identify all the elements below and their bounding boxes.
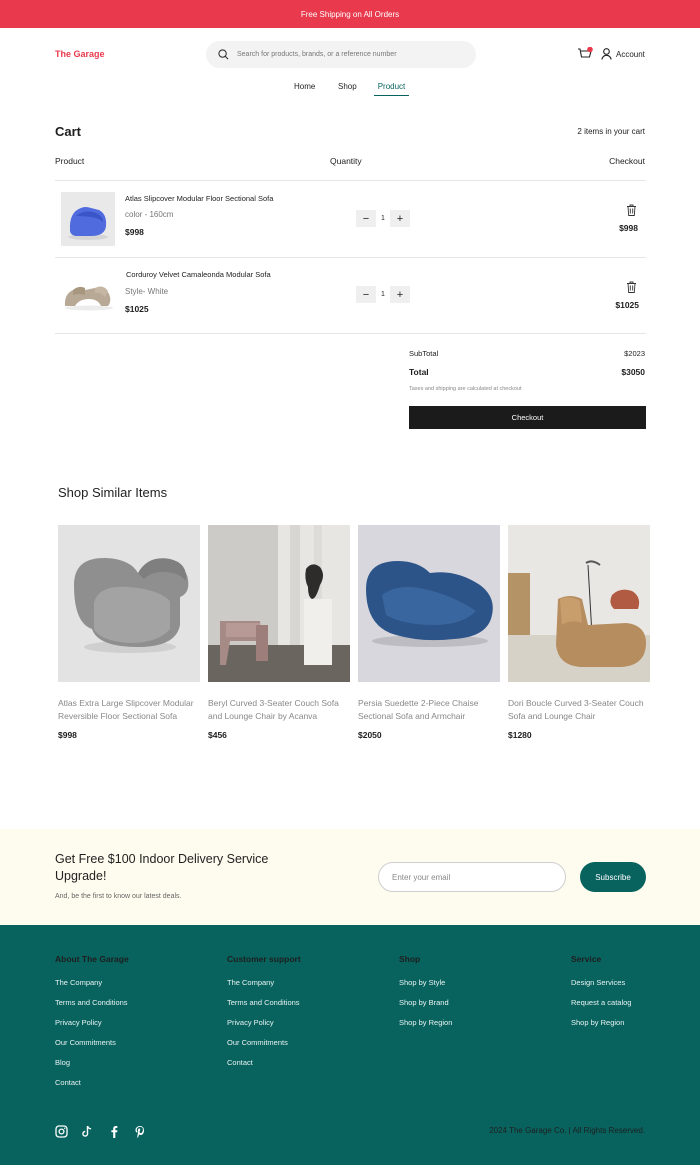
product-image[interactable] xyxy=(58,525,200,682)
col-quantity: Quantity xyxy=(330,156,362,166)
footer-link[interactable]: The Company xyxy=(227,978,301,987)
account-link[interactable]: Account xyxy=(601,48,645,60)
checkout-button[interactable]: Checkout xyxy=(409,406,646,429)
line-price: $1025 xyxy=(615,300,639,310)
pinterest-icon[interactable] xyxy=(133,1124,147,1138)
subscribe-button[interactable]: Subscribe xyxy=(580,862,646,892)
footer-link[interactable]: Blog xyxy=(55,1058,129,1067)
footer-link[interactable]: Request a catalog xyxy=(571,998,631,1007)
facebook-icon[interactable] xyxy=(107,1124,121,1138)
subtotal-value: $2023 xyxy=(624,349,645,358)
product-price: $456 xyxy=(208,730,227,740)
footer-link[interactable]: The Company xyxy=(55,978,129,987)
product-image[interactable] xyxy=(358,525,500,682)
logo[interactable]: The Garage xyxy=(55,49,105,59)
footer-heading: Shop xyxy=(399,954,421,964)
cart-title: Cart xyxy=(55,124,82,139)
quantity-stepper: − 1 + xyxy=(356,286,410,303)
product-price: $1280 xyxy=(508,730,532,740)
copyright: 2024 The Garage Co. | All Rights Reserve… xyxy=(489,1126,645,1135)
footer-link[interactable]: Shop by Style xyxy=(399,978,452,987)
cart-icon[interactable] xyxy=(577,46,593,66)
trash-icon[interactable] xyxy=(626,280,637,298)
nav-home[interactable]: Home xyxy=(294,82,315,91)
search-icon xyxy=(218,49,229,60)
footer-link[interactable]: Terms and Conditions xyxy=(55,998,129,1007)
product-card[interactable]: Beryl Curved 3-Seater Couch Sofa and Lou… xyxy=(208,525,350,740)
product-price: $998 xyxy=(125,227,144,237)
product-name[interactable]: Dori Boucle Curved 3-Seater Couch Sofa a… xyxy=(508,697,650,723)
email-input[interactable]: Enter your email xyxy=(378,862,566,892)
footer-column-shop: Shop Shop by Style Shop by Brand Shop by… xyxy=(399,954,452,1038)
footer-column-about: About The Garage The Company Terms and C… xyxy=(55,954,129,1098)
footer-link[interactable]: Shop by Region xyxy=(399,1018,452,1027)
product-image[interactable] xyxy=(508,525,650,682)
product-thumb-2[interactable] xyxy=(61,268,115,327)
footer-heading: Customer support xyxy=(227,954,301,964)
product-card[interactable]: Persia Suedette 2-Piece Chaise Sectional… xyxy=(358,525,500,740)
total-value: $3050 xyxy=(621,367,645,377)
product-name[interactable]: Beryl Curved 3-Seater Couch Sofa and Lou… xyxy=(208,697,350,723)
tax-note: Taxes and shipping are calculated at che… xyxy=(409,386,522,392)
footer-link[interactable]: Contact xyxy=(55,1078,129,1087)
footer-link[interactable]: Terms and Conditions xyxy=(227,998,301,1007)
footer-heading: Service xyxy=(571,954,602,964)
footer-link[interactable]: Shop by Region xyxy=(571,1018,631,1027)
increase-button[interactable]: + xyxy=(390,210,410,227)
col-checkout: Checkout xyxy=(609,156,645,166)
footer-link[interactable]: Privacy Policy xyxy=(55,1018,129,1027)
instagram-icon[interactable] xyxy=(54,1124,68,1138)
product-name[interactable]: Persia Suedette 2-Piece Chaise Sectional… xyxy=(358,697,500,723)
quantity-value[interactable]: 1 xyxy=(376,291,390,298)
line-price: $998 xyxy=(619,223,638,233)
product-name[interactable]: Corduroy Velvet Camaleonda Modular Sofa xyxy=(126,270,271,279)
promo-heading: Get Free $100 Indoor Delivery Service Up… xyxy=(55,852,269,883)
promo-subtext: And, be the first to know our latest dea… xyxy=(55,893,182,900)
decrease-button[interactable]: − xyxy=(356,286,376,303)
product-name[interactable]: Atlas Slipcover Modular Floor Sectional … xyxy=(125,194,273,203)
cart-count: 2 items in your cart xyxy=(577,127,645,136)
footer-column-support: Customer support The Company Terms and C… xyxy=(227,954,301,1078)
decrease-button[interactable]: − xyxy=(356,210,376,227)
product-thumb-1[interactable] xyxy=(61,192,115,251)
col-product: Product xyxy=(55,156,85,166)
footer-column-service: Service Design Services Request a catalo… xyxy=(571,954,631,1038)
footer-link[interactable]: Privacy Policy xyxy=(227,1018,301,1027)
footer-heading: About The Garage xyxy=(55,954,129,964)
product-price: $2050 xyxy=(358,730,382,740)
divider xyxy=(55,180,646,181)
search-input[interactable]: Search for products, brands, or a refere… xyxy=(237,51,397,58)
product-image[interactable] xyxy=(208,525,350,682)
total-label: Total xyxy=(409,367,429,377)
footer-link[interactable]: Design Services xyxy=(571,978,631,987)
account-label: Account xyxy=(616,49,645,59)
divider xyxy=(55,257,646,258)
footer-link[interactable]: Our Commitments xyxy=(55,1038,129,1047)
subtotal-label: SubTotal xyxy=(409,349,439,358)
shipping-banner: Free Shipping on All Orders xyxy=(0,0,700,28)
divider xyxy=(55,333,646,334)
product-variant: Style- White xyxy=(125,287,169,296)
footer-link[interactable]: Contact xyxy=(227,1058,301,1067)
nav-shop[interactable]: Shop xyxy=(338,82,357,91)
footer-link[interactable]: Our Commitments xyxy=(227,1038,301,1047)
user-icon xyxy=(601,48,612,60)
footer-link[interactable]: Shop by Brand xyxy=(399,998,452,1007)
product-name[interactable]: Atlas Extra Large Slipcover Modular Reve… xyxy=(58,697,200,723)
increase-button[interactable]: + xyxy=(390,286,410,303)
trash-icon[interactable] xyxy=(626,203,637,221)
search-bar[interactable]: Search for products, brands, or a refere… xyxy=(206,41,476,68)
nav-product[interactable]: Product xyxy=(374,82,409,96)
banner-text: Free Shipping on All Orders xyxy=(300,9,400,19)
tiktok-icon[interactable] xyxy=(80,1124,94,1138)
product-price: $998 xyxy=(58,730,77,740)
product-price: $1025 xyxy=(125,304,149,314)
product-variant: color - 160cm xyxy=(125,210,174,219)
quantity-stepper: − 1 + xyxy=(356,210,410,227)
product-card[interactable]: Atlas Extra Large Slipcover Modular Reve… xyxy=(58,525,200,740)
product-card[interactable]: Dori Boucle Curved 3-Seater Couch Sofa a… xyxy=(508,525,650,740)
similar-title: Shop Similar Items xyxy=(58,485,168,500)
quantity-value[interactable]: 1 xyxy=(376,215,390,222)
